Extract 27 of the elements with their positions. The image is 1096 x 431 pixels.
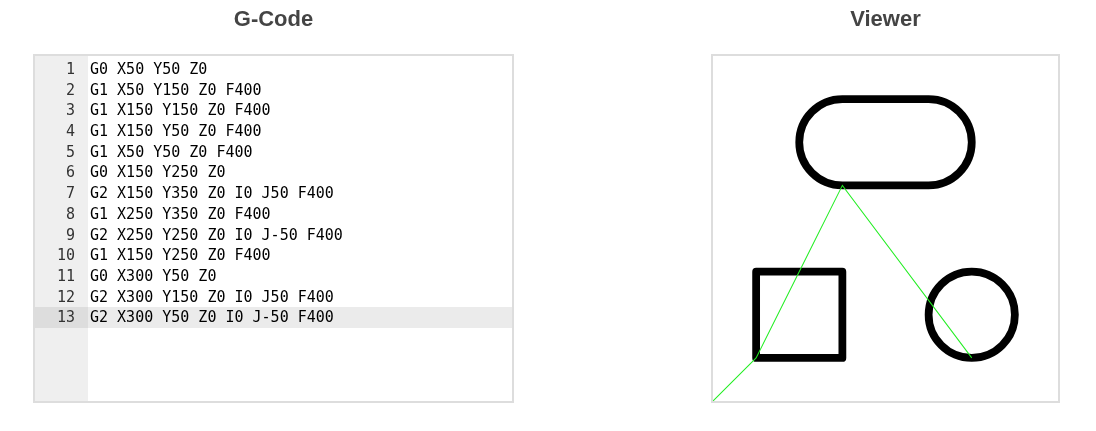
line-number: 6 — [65, 163, 75, 182]
code-line: G1 X150 Y250 Z0 F400 — [89, 245, 272, 266]
line-number: 13 — [56, 308, 75, 327]
code-line: G1 X150 Y150 Z0 F400 — [89, 100, 272, 122]
code-line: G2 X300 Y150 Z0 I0 J50 F400 — [89, 286, 335, 308]
code-line: G2 X150 Y350 Z0 I0 J50 F400 — [89, 183, 335, 204]
panel-title: Viewer — [850, 6, 921, 32]
code-line: G0 X50 Y50 Z0 — [89, 59, 209, 80]
code-line: G1 X50 Y50 Z0 F400 — [89, 141, 254, 163]
line-number: 2 — [65, 80, 75, 99]
code-line: G0 X300 Y50 Z0 — [89, 265, 218, 287]
code-line: G1 X150 Y50 Z0 F400 — [89, 121, 263, 142]
line-number: 11 — [56, 266, 75, 285]
line-number: 3 — [65, 101, 75, 120]
line-number: 12 — [56, 287, 75, 306]
code-line: G1 X50 Y150 Z0 F400 — [89, 79, 263, 101]
line-number: 8 — [65, 204, 75, 223]
line-number: 7 — [65, 184, 75, 203]
line-number: 4 — [65, 122, 75, 141]
code-line: G0 X150 Y250 Z0 — [89, 162, 227, 184]
line-number: 10 — [56, 246, 75, 265]
panel-title: G-Code — [233, 6, 314, 32]
code-line: G1 X250 Y350 Z0 F400 — [89, 203, 272, 225]
line-number: 5 — [65, 142, 75, 161]
code-line: G2 X250 Y250 Z0 I0 J-50 F400 — [89, 224, 344, 246]
line-number: 1 — [65, 60, 75, 78]
line-number: 9 — [65, 225, 75, 244]
